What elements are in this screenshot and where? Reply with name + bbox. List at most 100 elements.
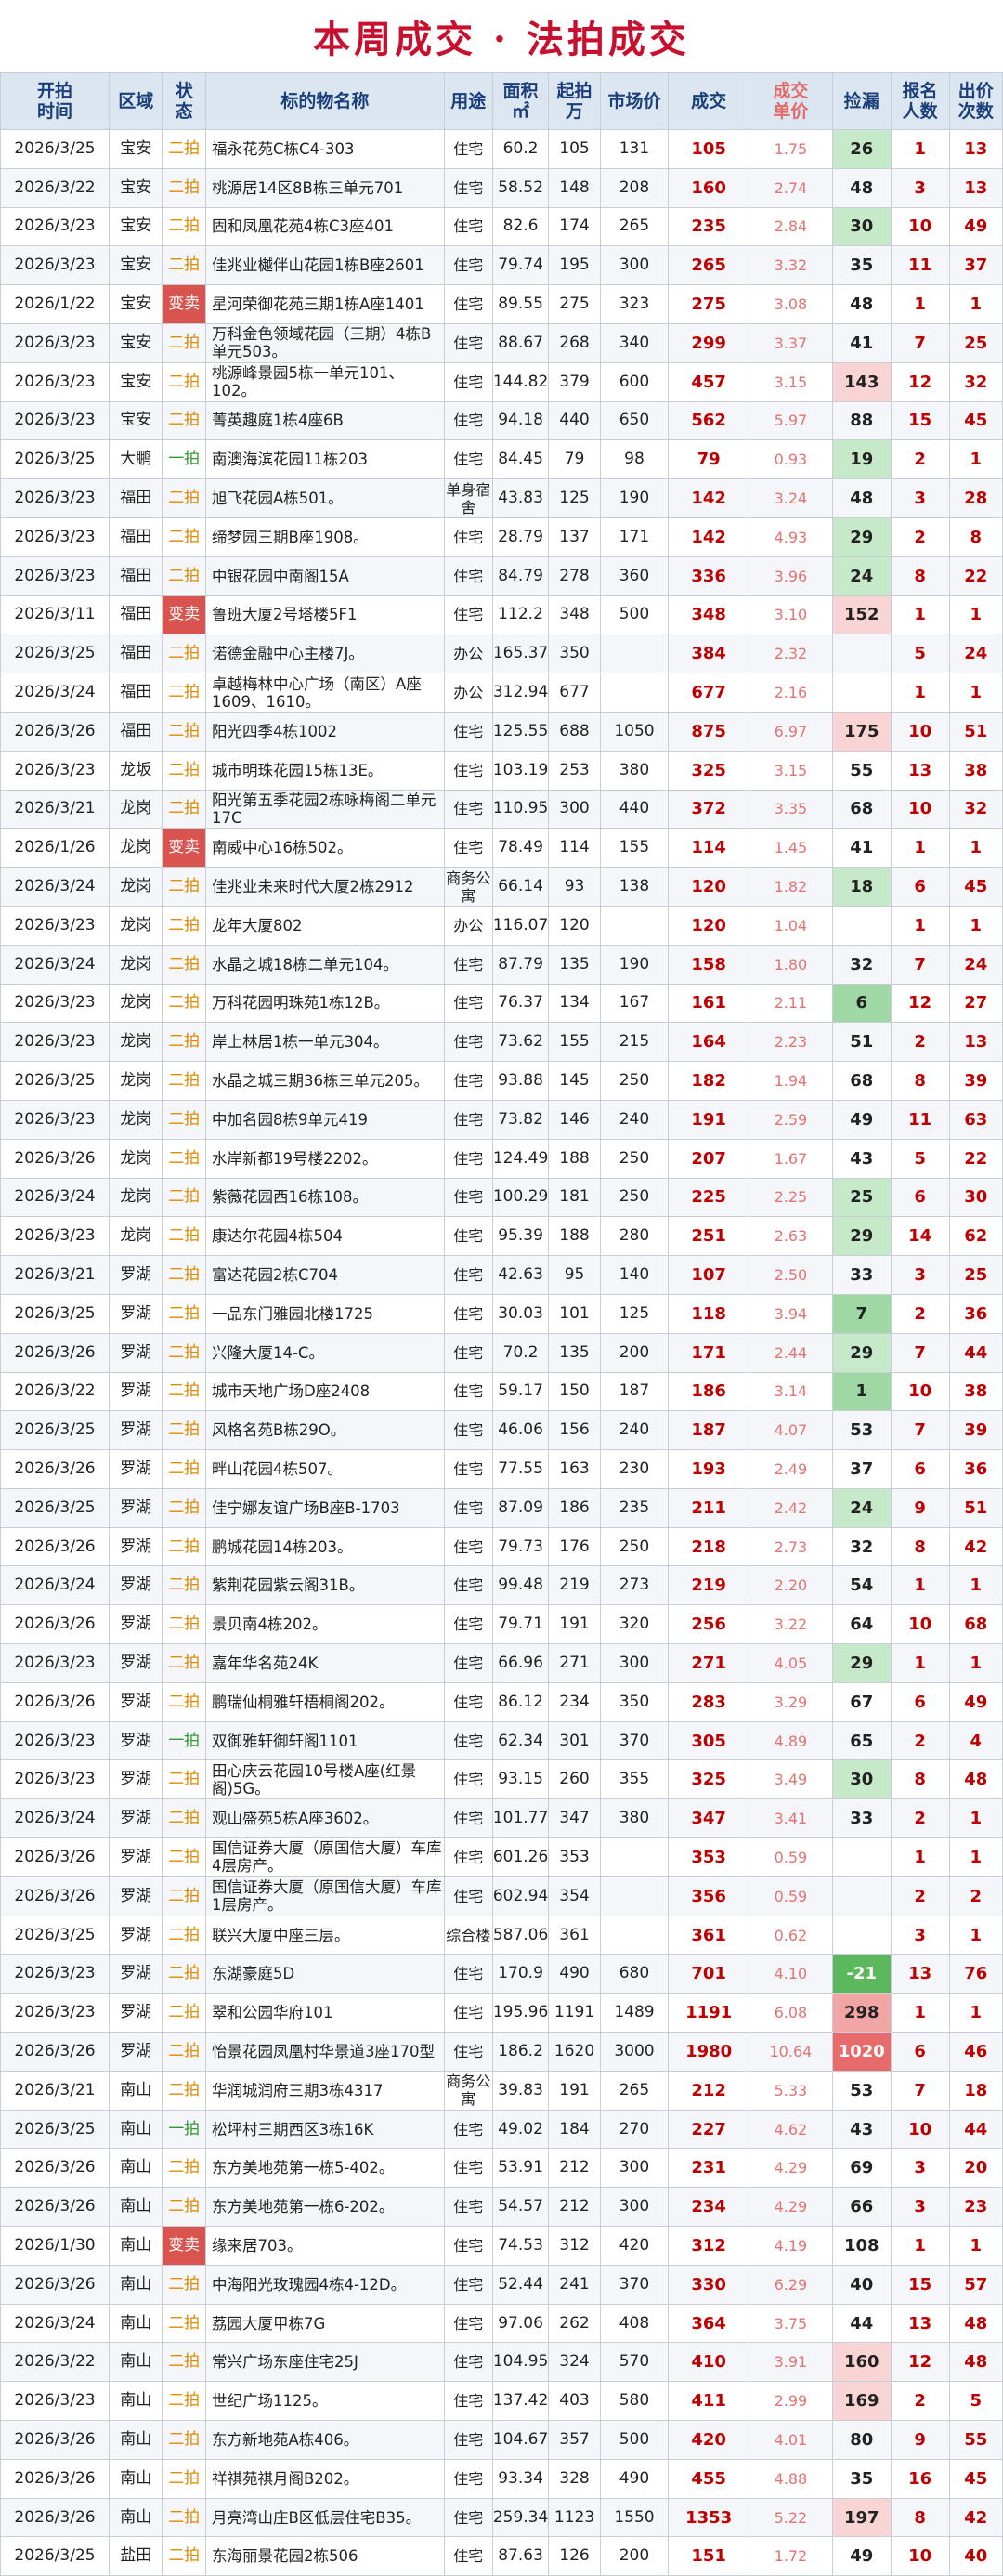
table-row[interactable]: 2026/3/23 宝安 二拍 桃源峰景园5栋一单元101、102。 住宅 144.82 3…: [0, 361, 1003, 402]
table-row[interactable]: 2026/3/23 罗湖 二拍 东湖豪庭5D 住宅 170.9 490 680 701 4.10-…: [0, 1954, 1003, 1994]
table-row[interactable]: 2026/3/25 宝安 二拍 福永花苑C栋C4-303 住宅 60.2 105 131 105…: [0, 129, 1003, 169]
cell-status: 二拍: [162, 1216, 206, 1257]
table-row[interactable]: 2026/3/23 福田 二拍 旭飞花园A栋501。 单身宿舍 43.83 125 190 14…: [0, 478, 1003, 518]
table-row[interactable]: 2026/3/23 宝安 二拍 固和凤凰花苑4栋C3座401 住宅 82.6 174 265 2…: [0, 206, 1003, 247]
table-row[interactable]: 2026/3/26 罗湖 二拍 兴隆大厦14-C。 住宅 70.2 135 200 171 2.4…: [0, 1332, 1003, 1373]
table-row[interactable]: 2026/3/26 龙岗 二拍 水岸新都19号楼2202。 住宅 124.49 188 250…: [0, 1138, 1003, 1179]
table-row[interactable]: 2026/1/22 宝安 变卖 星河荣御花苑三期1栋A座1401 住宅 89.55 275 3…: [0, 284, 1003, 324]
table-row[interactable]: 2026/3/24 龙岗 二拍 紫薇花园西16栋108。 住宅 100.29 181 250 2…: [0, 1177, 1003, 1218]
table-row[interactable]: 2026/3/23 宝安 二拍 菁英趣庭1栋4座6B 住宅 94.18 440 650 562 5…: [0, 400, 1003, 441]
cell-district: 南山: [108, 2381, 163, 2422]
table-row[interactable]: 2026/3/23 福田 二拍 缔梦园三期B座1908。 住宅 28.79 137 171 14…: [0, 517, 1003, 557]
cell-district: 福田: [108, 556, 163, 596]
col-registrants[interactable]: 报名 人数: [890, 72, 950, 130]
col-deal-price[interactable]: 成交: [668, 72, 749, 130]
table-row[interactable]: 2026/3/21 罗湖 二拍 富达花园2栋C704 住宅 42.63 95 140 107 2.…: [0, 1255, 1003, 1295]
table-row[interactable]: 2026/3/26 罗湖 二拍 怡景花园凤凰村华景道3座170型 住宅 186.2 1620…: [0, 2032, 1003, 2072]
cell-bids: 45: [948, 2458, 1003, 2499]
cell-date: 2026/3/24: [0, 673, 110, 713]
col-bids[interactable]: 出价 次数: [948, 72, 1003, 130]
cell-status: 二拍: [162, 1293, 206, 1334]
table-row[interactable]: 2026/3/24 罗湖 二拍 紫荆花园紫云阁31B。 住宅 99.48 219 273 219…: [0, 1565, 1003, 1606]
table-row[interactable]: 2026/3/22 罗湖 二拍 城市天地广场D座2408 住宅 59.17 150 187 18…: [0, 1371, 1003, 1412]
table-row[interactable]: 2026/3/23 宝安 二拍 佳兆业樾伴山花园1栋B座2601 住宅 79.74 195 3…: [0, 245, 1003, 286]
cell-market-price: 380: [599, 1798, 670, 1839]
table-row[interactable]: 2026/3/26 罗湖 二拍 鹏瑞仙桐雅轩梧桐阁202。 住宅 86.12 234 350 2…: [0, 1681, 1003, 1722]
table-row[interactable]: 2026/3/23 罗湖 二拍 田心庆云花园10号楼A座(红景阁)5G。 住宅 93.15…: [0, 1759, 1003, 1800]
table-row[interactable]: 2026/3/23 南山 二拍 世纪广场1125。 住宅 137.42 403 580 411 2…: [0, 2381, 1003, 2422]
table-row[interactable]: 2026/3/26 罗湖 二拍 景贝南4栋202。 住宅 79.71 191 320 256 3.…: [0, 1604, 1003, 1645]
table-row[interactable]: 2026/3/25 罗湖 二拍 一品东门雅园北楼1725 住宅 30.03 101 125 11…: [0, 1293, 1003, 1334]
table-row[interactable]: 2026/3/26 南山 二拍 中海阳光玫瑰园4栋4-12D。 住宅 52.44 241 37…: [0, 2264, 1003, 2305]
cell-use: 单身宿舍: [443, 478, 493, 518]
col-use[interactable]: 用途: [443, 72, 493, 130]
col-district[interactable]: 区域: [108, 72, 163, 130]
cell-deal-price: 193: [668, 1449, 749, 1489]
cell-area: 82.6: [491, 206, 550, 247]
cell-unit-price: 3.94: [748, 1293, 833, 1334]
table-row[interactable]: 2026/3/25 福田 二拍 诺德金融中心主楼7J。 办公 165.37 350 384 2.…: [0, 634, 1003, 674]
table-row[interactable]: 2026/3/24 罗湖 二拍 观山盛苑5栋A座3602。 住宅 101.77 347 380…: [0, 1798, 1003, 1839]
table-row[interactable]: 2026/3/24 福田 二拍 卓越梅林中心广场（南区）A座1609、1610。 办公 3…: [0, 673, 1003, 713]
table-row[interactable]: 2026/3/26 罗湖 二拍 国信证券大厦（原国信大厦）车库4层房产。 住宅 601.2…: [0, 1837, 1003, 1877]
col-status[interactable]: 状态: [162, 72, 206, 130]
table-row[interactable]: 2026/3/25 罗湖 二拍 联兴大厦中座三层。 综合楼 587.06 361 361 0.6…: [0, 1915, 1003, 1955]
table-row[interactable]: 2026/3/25 罗湖 二拍 佳宁娜友谊广场B座B-1703 住宅 87.09 186 23…: [0, 1487, 1003, 1528]
table-row[interactable]: 2026/3/26 福田 二拍 阳光四季4栋1002 住宅 125.55 688 1050 87…: [0, 711, 1003, 752]
col-start-price[interactable]: 起拍万: [548, 72, 601, 130]
cell-market-price: 190: [599, 944, 670, 985]
table-row[interactable]: 2026/3/26 南山 二拍 月亮湾山庄B区低层住宅B35。 住宅 259.34 1123…: [0, 2497, 1003, 2538]
table-row[interactable]: 2026/3/21 龙岗 二拍 阳光第五季花园2栋咏梅阁二单元17C 住宅 110.95 3…: [0, 789, 1003, 830]
table-row[interactable]: 2026/3/11 福田 变卖 鲁班大厦2号塔楼5F1 住宅 112.2 348 500 348…: [0, 595, 1003, 635]
cell-name: 华润城润府三期3栋4317: [204, 2070, 445, 2111]
cell-bids: 1: [948, 1565, 1003, 1606]
table-row[interactable]: 2026/3/23 福田 二拍 中银花园中南阁15A 住宅 84.79 278 360 336 3…: [0, 556, 1003, 596]
table-row[interactable]: 2026/3/25 盐田 二拍 东海丽景花园2栋506 住宅 87.63 126 200 151…: [0, 2536, 1003, 2576]
table-row[interactable]: 2026/3/24 南山 二拍 荔园大厦甲栋7G 住宅 97.06 262 408 364 3.7…: [0, 2303, 1003, 2344]
table-row[interactable]: 2026/3/26 南山 二拍 东方新地苑A栋406。 住宅 104.67 357 500 42…: [0, 2420, 1003, 2460]
table-row[interactable]: 2026/3/23 龙岗 二拍 中加名园8栋9单元419 住宅 73.82 146 240 19…: [0, 1099, 1003, 1140]
table-row[interactable]: 2026/3/23 龙岗 二拍 龙年大厦802 办公 116.07 120 120 1.04 1 1: [0, 905, 1003, 946]
table-row[interactable]: 2026/3/23 罗湖 二拍 翠和公园华府101 住宅 195.96 1191 1489 11…: [0, 1993, 1003, 2033]
table-row[interactable]: 2026/3/24 龙岗 二拍 佳兆业未来时代大厦2栋2912 商务公寓 66.14 93 1…: [0, 867, 1003, 907]
table-row[interactable]: 2026/3/24 龙岗 二拍 水晶之城18栋二单元104。 住宅 87.79 135 190…: [0, 944, 1003, 985]
table-row[interactable]: 2026/3/26 罗湖 二拍 国信证券大厦（原国信大厦）车库1层房产。 住宅 602.9…: [0, 1876, 1003, 1916]
cell-market-price: 235: [599, 1487, 670, 1528]
table-row[interactable]: 2026/3/26 罗湖 二拍 鹏城花园14栋203。 住宅 79.73 176 250 218…: [0, 1526, 1003, 1567]
table-row[interactable]: 2026/3/21 南山 二拍 华润城润府三期3栋4317 商务公寓 39.83 191 26…: [0, 2070, 1003, 2111]
table-row[interactable]: 2026/3/23 罗湖 二拍 嘉年华名苑24K 住宅 66.96 271 300 271 4.0…: [0, 1643, 1003, 1683]
table-row[interactable]: 2026/1/30 南山 变卖 缘来居703。 住宅 74.53 312 420 312 4.19…: [0, 2226, 1003, 2266]
col-unit-price[interactable]: 成交 单价: [748, 72, 833, 130]
col-name[interactable]: 标的物名称: [204, 72, 445, 130]
col-date[interactable]: 开拍 时间: [0, 72, 110, 130]
cell-use: 住宅: [443, 1255, 493, 1295]
table-row[interactable]: 2026/3/23 龙坂 二拍 城市明珠花园15栋13E。 住宅 103.19 253 380…: [0, 750, 1003, 791]
table-row[interactable]: 2026/3/23 龙岗 二拍 万科花园明珠苑1栋12B。 住宅 76.37 134 167 1…: [0, 983, 1003, 1024]
cell-district: 龙岗: [108, 828, 163, 869]
cell-start-price: 191: [548, 2070, 601, 2111]
table-row[interactable]: 2026/3/23 龙岗 二拍 岸上林居1栋一单元304。 住宅 73.62 155 215 1…: [0, 1022, 1003, 1063]
cell-use: 住宅: [443, 206, 493, 247]
table-row[interactable]: 2026/3/25 罗湖 二拍 风格名苑B栋29O。 住宅 46.06 156 240 187 4…: [0, 1410, 1003, 1451]
table-row[interactable]: 2026/1/26 龙岗 变卖 南威中心16栋502。 住宅 78.49 114 155 114…: [0, 828, 1003, 869]
col-market-price[interactable]: 市场价: [599, 72, 670, 130]
table-row[interactable]: 2026/3/26 南山 二拍 东方美地苑第一栋5-402。 住宅 53.91 212 300…: [0, 2148, 1003, 2189]
cell-registrants: 3: [890, 478, 950, 518]
table-row[interactable]: 2026/3/26 罗湖 二拍 畔山花园4栋507。 住宅 77.55 163 230 193 2…: [0, 1449, 1003, 1489]
cell-registrants: 1: [890, 673, 950, 713]
table-row[interactable]: 2026/3/25 大鹏 一拍 南澳海滨花园11栋203 住宅 84.45 79 98 79 0.…: [0, 439, 1003, 480]
cell-unit-price: 4.29: [748, 2148, 833, 2189]
table-row[interactable]: 2026/3/26 南山 二拍 祥祺苑祺月阁B202。 住宅 93.34 328 490 455…: [0, 2458, 1003, 2499]
table-row[interactable]: 2026/3/22 宝安 二拍 桃源居14区8B栋三单元701 住宅 58.52 148 20…: [0, 167, 1003, 208]
col-leak[interactable]: 捡漏: [831, 72, 892, 130]
table-row[interactable]: 2026/3/23 龙岗 二拍 康达尔花园4栋504 住宅 95.39 188 280 251 2…: [0, 1216, 1003, 1257]
table-row[interactable]: 2026/3/25 龙岗 二拍 水晶之城三期36栋三单元205。 住宅 93.88 145 2…: [0, 1061, 1003, 1101]
table-row[interactable]: 2026/3/23 宝安 二拍 万科金色领域花园（三期）4栋B单元503。 住宅 88.6…: [0, 322, 1003, 363]
cell-leak: [831, 905, 892, 946]
col-area[interactable]: 面积㎡: [491, 72, 550, 130]
table-row[interactable]: 2026/3/25 南山 一拍 松坪村三期西区3栋16K 住宅 49.02 184 270 22…: [0, 2109, 1003, 2150]
table-row[interactable]: 2026/3/26 南山 二拍 东方美地苑第一栋6-202。 住宅 54.57 212 300…: [0, 2187, 1003, 2228]
cell-status: 二拍: [162, 789, 206, 830]
table-row[interactable]: 2026/3/22 南山 二拍 常兴广场东座住宅25J 住宅 104.95 324 570 41…: [0, 2342, 1003, 2383]
table-row[interactable]: 2026/3/23 罗湖 一拍 双御雅轩御轩阁1101 住宅 62.34 301 370 305…: [0, 1720, 1003, 1761]
